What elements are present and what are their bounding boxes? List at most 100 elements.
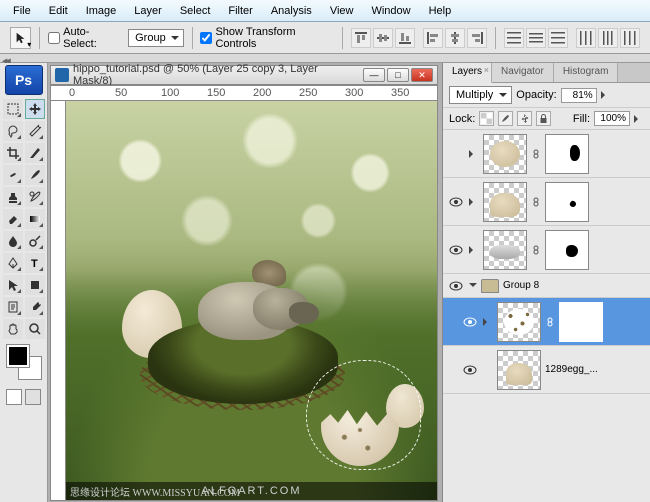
layer-name[interactable]: 1289egg_... [545, 364, 598, 375]
dodge-tool[interactable] [25, 231, 45, 251]
type-tool[interactable]: T [25, 253, 45, 273]
layer-mask-thumbnail[interactable] [545, 134, 589, 174]
lock-position-icon[interactable] [517, 111, 532, 126]
vertical-ruler[interactable] [50, 101, 66, 501]
layer-row[interactable] [443, 130, 650, 178]
lock-all-icon[interactable] [536, 111, 551, 126]
fill-value[interactable]: 100% [594, 111, 630, 126]
layers-list[interactable]: Group 8 1289egg_... [443, 130, 650, 502]
tab-navigator[interactable]: Navigator [492, 63, 554, 82]
layer-row-selected[interactable] [443, 298, 650, 346]
menu-image[interactable]: Image [77, 2, 126, 20]
eraser-tool[interactable] [3, 209, 23, 229]
shape-tool[interactable] [25, 275, 45, 295]
align-left-icon[interactable] [423, 28, 443, 48]
visibility-toggle[interactable] [447, 241, 465, 259]
foreground-color-swatch[interactable] [7, 345, 29, 367]
slice-tool[interactable] [25, 143, 45, 163]
gradient-tool[interactable] [25, 209, 45, 229]
tab-histogram[interactable]: Histogram [554, 63, 619, 82]
hand-tool[interactable] [3, 319, 23, 339]
distribute-vcenter-icon[interactable] [526, 28, 546, 48]
auto-select-mode-dropdown[interactable]: Group [128, 29, 183, 47]
history-brush-tool[interactable] [25, 187, 45, 207]
show-transform-checkbox[interactable]: Show Transform Controls [200, 26, 334, 50]
opacity-flyout-icon[interactable] [601, 88, 611, 102]
visibility-toggle[interactable] [461, 313, 479, 331]
move-tool-icon[interactable]: ▾ [10, 27, 31, 49]
crop-tool[interactable] [3, 143, 23, 163]
auto-select-checkbox[interactable]: Auto-Select: [48, 26, 120, 50]
eyedropper-tool[interactable] [25, 297, 45, 317]
close-button[interactable]: ✕ [411, 68, 433, 82]
visibility-toggle[interactable] [447, 277, 465, 295]
layer-row[interactable] [443, 226, 650, 274]
visibility-toggle[interactable] [447, 145, 465, 163]
layer-mask-thumbnail[interactable] [545, 230, 589, 270]
menu-layer[interactable]: Layer [125, 2, 171, 20]
mask-link-icon[interactable] [545, 317, 555, 327]
layer-mask-thumbnail[interactable] [559, 302, 603, 342]
horizontal-ruler[interactable]: 0 50 100 150 200 250 300 350 [50, 85, 438, 101]
menu-select[interactable]: Select [171, 2, 220, 20]
layer-thumbnail[interactable] [497, 302, 541, 342]
menu-edit[interactable]: Edit [40, 2, 77, 20]
align-right-icon[interactable] [467, 28, 487, 48]
stamp-tool[interactable] [3, 187, 23, 207]
distribute-bottom-icon[interactable] [548, 28, 568, 48]
layer-thumbnail[interactable] [483, 134, 527, 174]
align-vcenter-icon[interactable] [373, 28, 393, 48]
maximize-button[interactable]: □ [387, 68, 409, 82]
lock-pixels-icon[interactable] [498, 111, 513, 126]
dock-collapse-row[interactable] [0, 54, 650, 63]
distribute-hcenter-icon[interactable] [598, 28, 618, 48]
lasso-tool[interactable] [3, 121, 23, 141]
layer-thumbnail[interactable] [497, 350, 541, 390]
wand-tool[interactable] [25, 121, 45, 141]
group-name[interactable]: Group 8 [503, 280, 539, 291]
zoom-tool[interactable] [25, 319, 45, 339]
menu-window[interactable]: Window [362, 2, 419, 20]
layer-thumbnail[interactable] [483, 230, 527, 270]
group-disclosure-icon[interactable] [469, 283, 477, 291]
mask-link-icon[interactable] [531, 197, 541, 207]
canvas[interactable]: 思缘设计论坛 WWW.MISSYUAN.COM ALFOART.COM [66, 101, 438, 501]
layer-row[interactable]: 1289egg_... [443, 346, 650, 394]
distribute-top-icon[interactable] [504, 28, 524, 48]
color-swatches[interactable] [7, 345, 41, 379]
blend-mode-dropdown[interactable]: Multiply [449, 86, 512, 104]
heal-tool[interactable] [3, 165, 23, 185]
move-tool[interactable] [25, 99, 45, 119]
menu-analysis[interactable]: Analysis [262, 2, 321, 20]
mask-link-icon[interactable] [531, 149, 541, 159]
layer-group-row[interactable]: Group 8 [443, 274, 650, 298]
layer-mask-thumbnail[interactable] [545, 182, 589, 222]
minimize-button[interactable]: — [363, 68, 385, 82]
layer-thumbnail[interactable] [483, 182, 527, 222]
blur-tool[interactable] [3, 231, 23, 251]
distribute-right-icon[interactable] [620, 28, 640, 48]
marquee-tool[interactable] [3, 99, 23, 119]
menu-filter[interactable]: Filter [219, 2, 261, 20]
lock-transparency-icon[interactable] [479, 111, 494, 126]
align-top-icon[interactable] [351, 28, 371, 48]
path-select-tool[interactable] [3, 275, 23, 295]
menu-file[interactable]: File [4, 2, 40, 20]
mask-link-icon[interactable] [531, 245, 541, 255]
document-titlebar[interactable]: hippo_tutorial.psd @ 50% (Layer 25 copy … [50, 65, 438, 85]
pen-tool[interactable] [3, 253, 23, 273]
align-bottom-icon[interactable] [395, 28, 415, 48]
visibility-toggle[interactable] [447, 193, 465, 211]
quick-mask-toggle[interactable] [6, 389, 41, 405]
brush-tool[interactable] [25, 165, 45, 185]
layer-row[interactable] [443, 178, 650, 226]
visibility-toggle[interactable] [461, 361, 479, 379]
align-hcenter-icon[interactable] [445, 28, 465, 48]
fill-flyout-icon[interactable] [634, 112, 644, 126]
distribute-left-icon[interactable] [576, 28, 596, 48]
menu-view[interactable]: View [321, 2, 363, 20]
menu-help[interactable]: Help [420, 2, 461, 20]
tab-layers[interactable]: Layers [443, 63, 492, 83]
opacity-value[interactable]: 81% [561, 88, 597, 103]
notes-tool[interactable] [3, 297, 23, 317]
